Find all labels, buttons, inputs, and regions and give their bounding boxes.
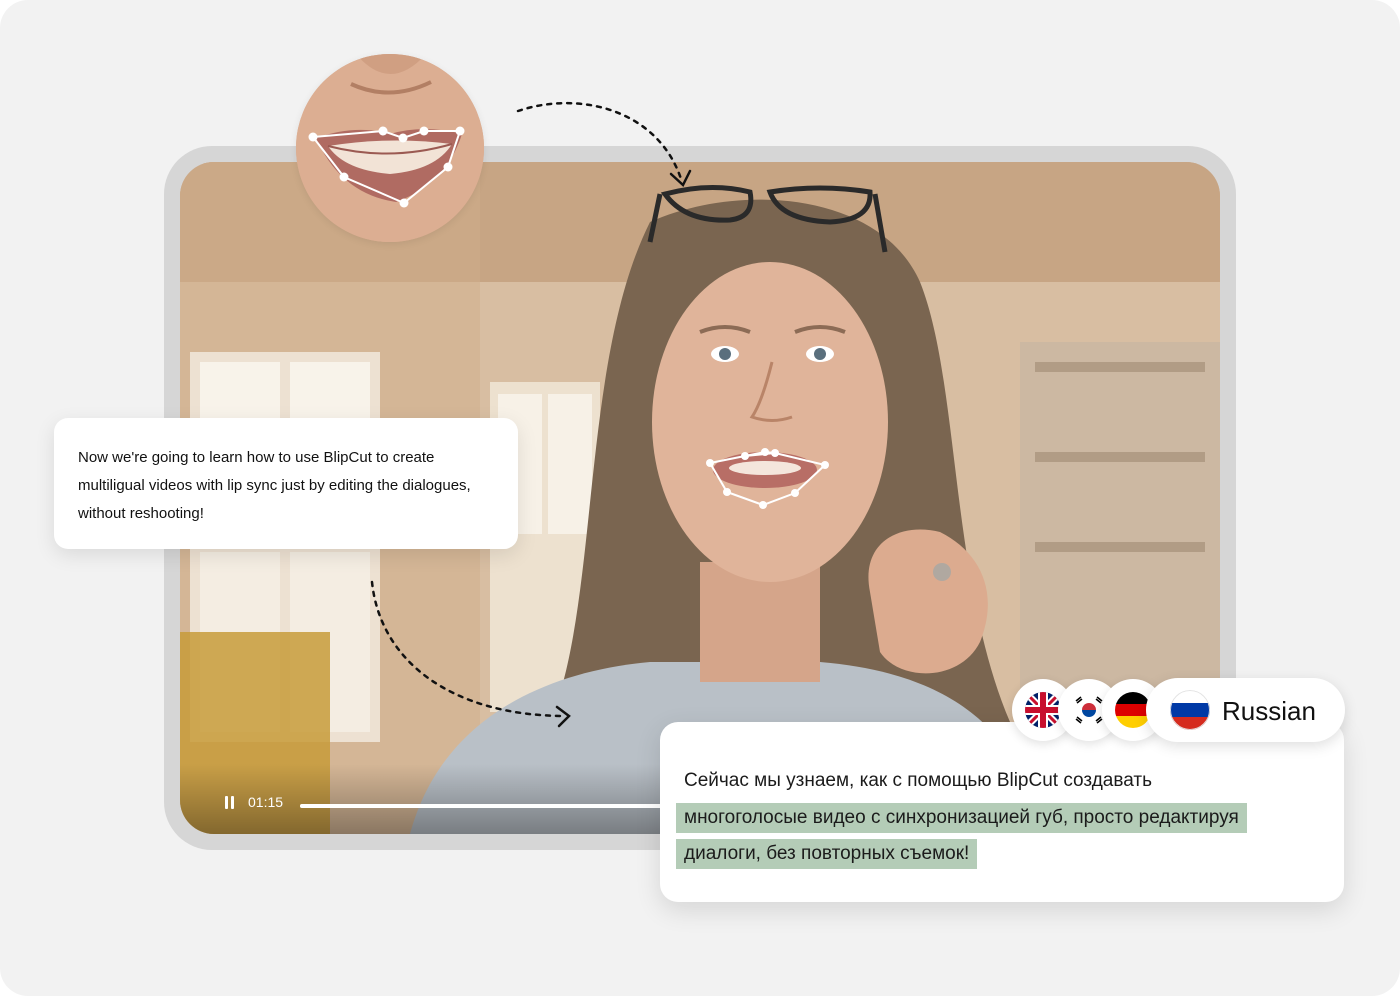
- progress-fill: [300, 804, 696, 808]
- language-selector-russian[interactable]: Russian: [1146, 678, 1345, 742]
- canvas: 01:15 Now we're going to learn how to us…: [0, 0, 1400, 996]
- lip-closeup: [296, 54, 484, 242]
- translated-caption-card: Сейчас мы узнаем, как с помощью BlipCut …: [660, 722, 1344, 902]
- source-caption-text: Now we're going to learn how to use Blip…: [78, 449, 471, 522]
- source-caption-card: Now we're going to learn how to use Blip…: [54, 418, 518, 549]
- lip-closeup-image: [296, 54, 484, 242]
- translated-line-2: многоголосые видео с синхронизацией губ,…: [676, 803, 1247, 833]
- playback-time: 01:15: [248, 794, 284, 810]
- uk-flag-icon: [1025, 692, 1061, 728]
- translated-line-1: Сейчас мы узнаем, как с помощью BlipCut …: [684, 770, 1152, 791]
- russia-flag-icon: [1170, 690, 1210, 730]
- pause-icon[interactable]: [224, 796, 236, 810]
- translated-line-3: диалоги, без повторных съемок!: [676, 839, 978, 869]
- selected-language-label: Russian: [1222, 696, 1316, 726]
